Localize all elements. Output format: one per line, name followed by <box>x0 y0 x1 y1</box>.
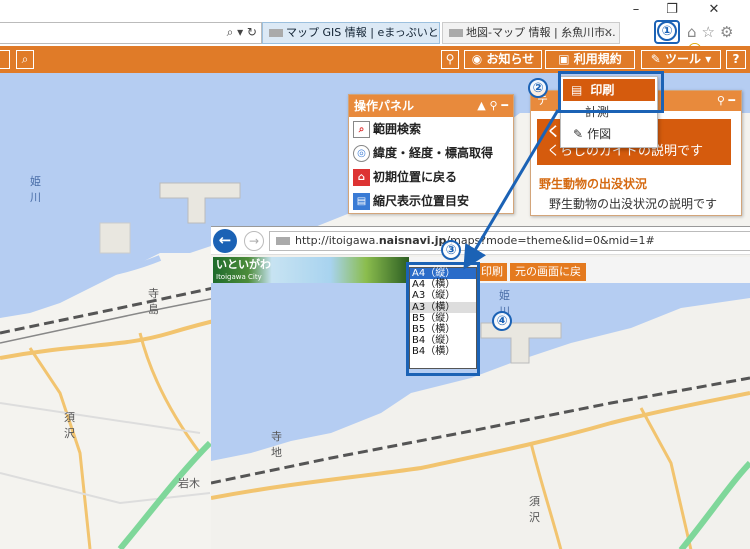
annotation-number-2: ② <box>528 78 548 98</box>
annotation-box-print-menu <box>558 71 664 113</box>
annotation-number-1: ① <box>657 21 677 41</box>
annotation-number-3: ③ <box>441 240 461 260</box>
annotation-box-paper-select <box>406 262 480 376</box>
annotation-arrow <box>463 109 560 270</box>
annotation-number-4: ④ <box>492 311 512 331</box>
